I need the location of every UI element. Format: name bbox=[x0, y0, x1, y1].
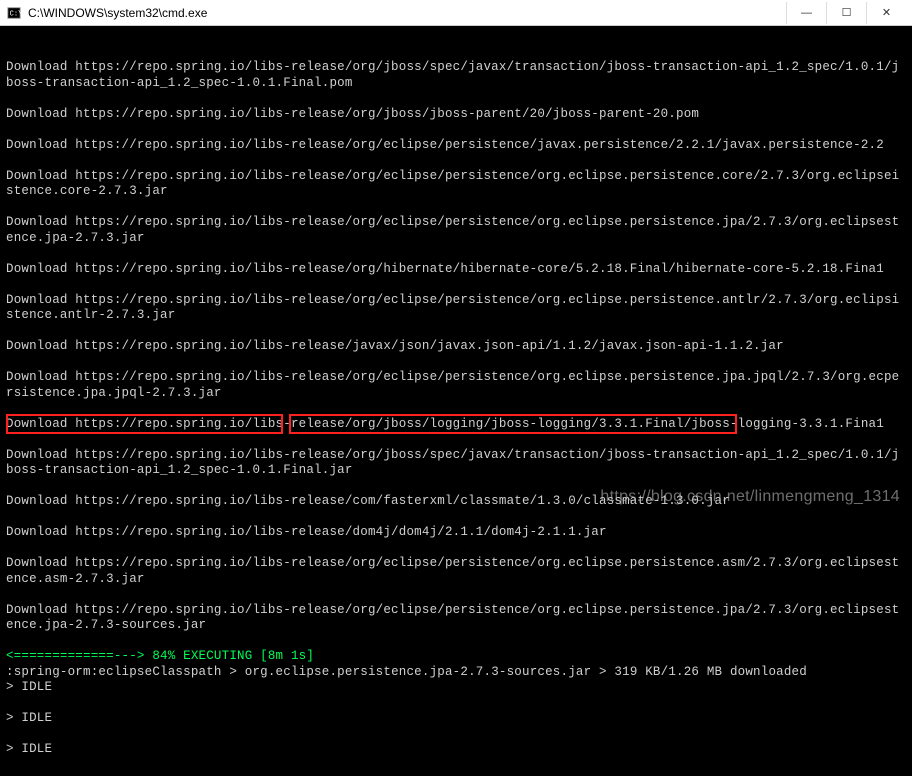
window-titlebar: C:\ C:\WINDOWS\system32\cmd.exe — ☐ ✕ bbox=[0, 0, 912, 26]
output-line: Download https://repo.spring.io/libs-rel… bbox=[6, 169, 906, 200]
svg-text:C:\: C:\ bbox=[10, 10, 21, 18]
output-line: Download https://repo.spring.io/libs-rel… bbox=[6, 215, 906, 246]
cmd-icon: C:\ bbox=[6, 5, 22, 21]
progress-task: :spring-orm:eclipseClasspath bbox=[6, 665, 222, 679]
output-line: Download https://repo.spring.io/libs-rel… bbox=[6, 138, 906, 154]
progress-line: <=============---> 84% EXECUTING [8m 1s]… bbox=[6, 649, 807, 679]
window-title: C:\WINDOWS\system32\cmd.exe bbox=[28, 6, 786, 20]
close-button[interactable]: ✕ bbox=[866, 2, 906, 24]
idle-line: > IDLE bbox=[6, 680, 906, 696]
maximize-button[interactable]: ☐ bbox=[826, 2, 866, 24]
output-line: Download https://repo.spring.io/libs-rel… bbox=[6, 60, 906, 91]
output-line: Download https://repo.spring.io/libs-rel… bbox=[6, 339, 906, 355]
separator: > bbox=[222, 665, 245, 679]
output-line: Download https://repo.spring.io/libs-rel… bbox=[6, 603, 906, 634]
terminal-output[interactable]: Download https://repo.spring.io/libs-rel… bbox=[0, 26, 912, 776]
output-line: Download https://repo.spring.io/libs-rel… bbox=[6, 417, 906, 433]
output-line: Download https://repo.spring.io/libs-rel… bbox=[6, 525, 906, 541]
progress-status: 319 KB/1.26 MB downloaded bbox=[614, 665, 807, 679]
output-line: Download https://repo.spring.io/libs-rel… bbox=[6, 370, 906, 401]
output-line: Download https://repo.spring.io/libs-rel… bbox=[6, 556, 906, 587]
separator: > bbox=[591, 665, 614, 679]
output-line: Download https://repo.spring.io/libs-rel… bbox=[6, 262, 906, 278]
output-line: Download https://repo.spring.io/libs-rel… bbox=[6, 293, 906, 324]
idle-line: > IDLE bbox=[6, 711, 906, 727]
idle-line: > IDLE bbox=[6, 742, 906, 758]
output-line: Download https://repo.spring.io/libs-rel… bbox=[6, 107, 906, 123]
minimize-button[interactable]: — bbox=[786, 2, 826, 24]
output-line: Download https://repo.spring.io/libs-rel… bbox=[6, 448, 906, 479]
progress-bar-text: <=============---> 84% EXECUTING [8m 1s] bbox=[6, 649, 314, 663]
window-controls: — ☐ ✕ bbox=[786, 2, 906, 24]
watermark-text: https://blog.csdn.net/linmengmeng_1314 bbox=[600, 488, 900, 506]
progress-file: org.eclipse.persistence.jpa-2.7.3-source… bbox=[245, 665, 592, 679]
